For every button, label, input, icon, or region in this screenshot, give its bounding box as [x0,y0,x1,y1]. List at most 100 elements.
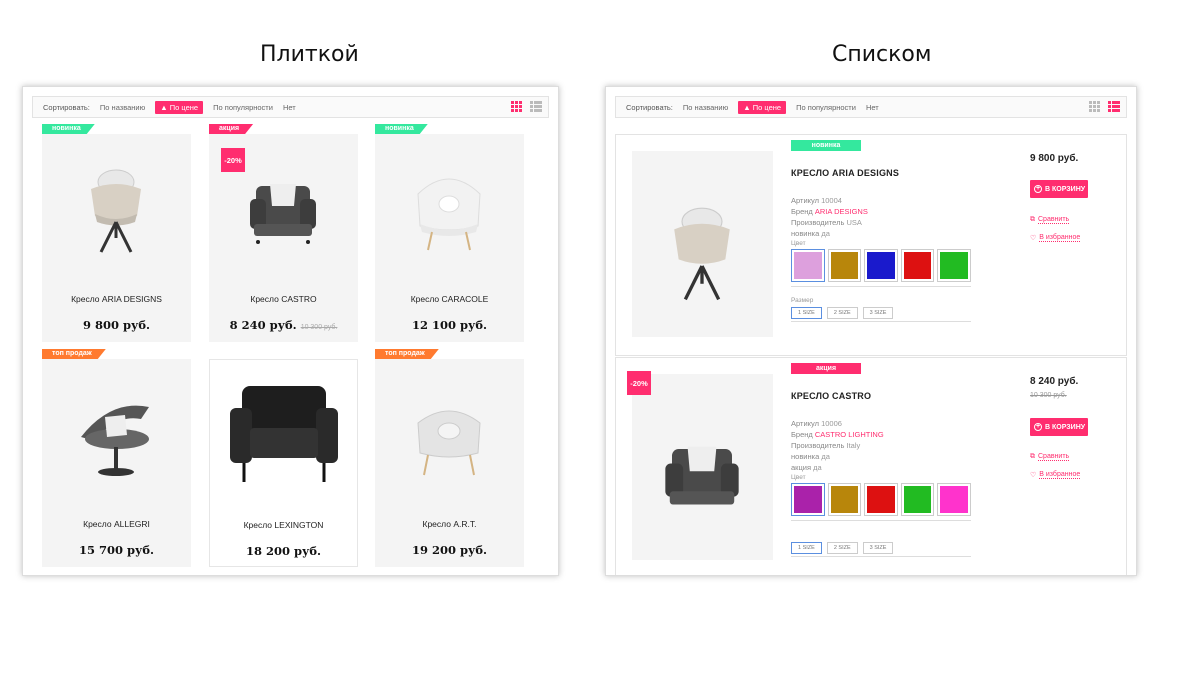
badge-new: новинка [791,140,861,151]
list-view-icon[interactable] [530,101,542,113]
color-swatches [791,483,971,521]
sort-by-price[interactable]: ▲ По цене [155,100,204,114]
compare-icon: ⧉ [1030,216,1035,223]
favorite-link[interactable]: ♡ В избранное [1030,234,1081,242]
badge-top: топ продаж [375,349,439,359]
list-item: -20% акция КРЕСЛО CASTRO Артикул 10006 Б… [615,357,1127,575]
chair-image [665,446,739,505]
color-swatch[interactable] [827,483,862,516]
color-swatch[interactable] [827,249,862,282]
size-option[interactable]: 3 SIZE [862,542,894,554]
tile-view-icon[interactable] [1089,101,1101,113]
list-view-icon[interactable] [1108,101,1120,113]
chair-image [81,405,149,476]
color-swatch[interactable] [900,483,935,516]
badge-sale: акция [791,363,861,374]
color-swatch[interactable] [937,483,971,516]
size-option[interactable]: 2 SIZE [826,307,858,319]
size-option[interactable]: 2 SIZE [826,542,858,554]
color-swatches [791,249,971,287]
product-name[interactable]: Кресло ARIA DESIGNS [42,294,191,304]
product-card[interactable]: топ продаж Кресло A.R.T. 19 200 руб. [375,359,524,567]
tile-view-icon[interactable] [511,101,523,113]
product-name[interactable]: Кресло A.R.T. [375,519,524,529]
brand-link[interactable]: ARIA DESIGNS [815,207,868,216]
badge-top: топ продаж [42,349,106,359]
product-price: 9 800 руб. [82,318,151,332]
product-card[interactable]: топ продаж Кресло ALLEGRI 15 700 руб. [42,359,191,567]
product-price: 18 200 руб. [245,544,322,558]
product-card[interactable]: акция -20% Кресло CASTRO 8 240 руб. 10 30… [209,134,358,342]
compare-link[interactable]: ⧉ Сравнить [1030,216,1070,224]
size-option[interactable]: 1 SIZE [791,307,822,319]
plus-circle-icon: + [1034,423,1042,431]
old-price: 10 300 руб. [300,324,338,331]
list-view-panel: Сортировать: По названию ▲ По цене По по… [605,86,1137,576]
badge-sale: акция [209,124,253,134]
color-label: Цвет [791,240,806,247]
sort-by-popularity[interactable]: По популярности [213,103,273,112]
compare-icon: ⧉ [1030,453,1035,460]
sort-by-name[interactable]: По названию [100,103,145,112]
color-swatch[interactable] [791,249,825,282]
sort-none[interactable]: Нет [283,103,296,112]
sort-by-name[interactable]: По названию [683,103,728,112]
product-name[interactable]: Кресло CASTRO [209,294,358,304]
product-price: 8 240 руб. [1030,376,1079,387]
plus-circle-icon: + [1034,185,1042,193]
product-card[interactable]: новинка Кресло CARACOLE 12 100 руб. [375,134,524,342]
sort-bar: Сортировать: По названию ▲ По цене По по… [32,96,549,118]
badge-new: новинка [375,124,428,134]
heart-icon: ♡ [1030,472,1037,479]
product-price: 12 100 руб. [411,318,488,332]
sort-by-popularity[interactable]: По популярности [796,103,856,112]
size-label: Размер [791,297,814,304]
product-name[interactable]: Кресло ALLEGRI [42,519,191,529]
product-title[interactable]: КРЕСЛО ARIA DESIGNS [791,168,899,178]
list-item: новинка КРЕСЛО ARIA DESIGNS Артикул 1000… [615,134,1127,356]
color-swatch[interactable] [864,483,898,516]
heart-icon: ♡ [1030,235,1037,242]
size-option[interactable]: 1 SIZE [791,542,822,554]
list-view-heading: Списком [832,42,932,67]
product-card[interactable]: Кресло LEXINGTON 18 200 руб. [209,359,358,567]
badge-new: новинка [42,124,95,134]
color-swatch[interactable] [900,249,935,282]
chair-image [417,178,481,251]
favorite-link[interactable]: ♡ В избранное [1030,471,1081,479]
chair-image [230,386,338,482]
size-option[interactable]: 3 SIZE [862,307,894,319]
product-price: 8 240 руб. 10 300 руб. [229,318,338,332]
sort-label: Сортировать: [626,102,673,112]
color-swatch[interactable] [864,249,898,282]
chair-image [91,169,141,253]
product-props: Артикул 10006 Бренд CASTRO LIGHTING Прои… [791,419,884,472]
add-to-cart-button[interactable]: + В КОРЗИНУ [1030,418,1088,436]
product-price: 9 800 руб. [1030,153,1079,164]
compare-link[interactable]: ⧉ Сравнить [1030,453,1070,461]
product-image[interactable] [632,151,773,337]
add-to-cart-button[interactable]: + В КОРЗИНУ [1030,180,1088,198]
sort-label: Сортировать: [43,102,90,112]
product-name[interactable]: Кресло LEXINGTON [210,520,357,530]
color-swatch[interactable] [937,249,971,282]
tile-view-panel: Сортировать: По названию ▲ По цене По по… [22,86,559,576]
product-price: 15 700 руб. [78,543,155,557]
color-swatch[interactable] [791,483,825,516]
sort-bar: Сортировать: По названию ▲ По цене По по… [615,96,1127,118]
color-label: Цвет [791,474,806,481]
chair-image [674,207,730,301]
old-price: 10 300 руб. [1030,392,1067,399]
product-image[interactable] [632,374,773,560]
product-name[interactable]: Кресло CARACOLE [375,294,524,304]
sort-none[interactable]: Нет [866,103,879,112]
product-title[interactable]: КРЕСЛО CASTRO [791,391,871,401]
product-card[interactable]: новинка Кресло ARIA DESIGNS 9 800 руб. [42,134,191,342]
product-props: Артикул 10004 Бренд ARIA DESIGNS Произво… [791,196,868,238]
size-options: 1 SIZE 2 SIZE 3 SIZE [791,542,971,557]
discount-badge: -20% [627,371,651,395]
size-options: 1 SIZE 2 SIZE 3 SIZE [791,307,971,322]
chair-image [417,410,481,476]
sort-by-price[interactable]: ▲ По цене [738,100,787,114]
brand-link[interactable]: CASTRO LIGHTING [815,430,884,439]
